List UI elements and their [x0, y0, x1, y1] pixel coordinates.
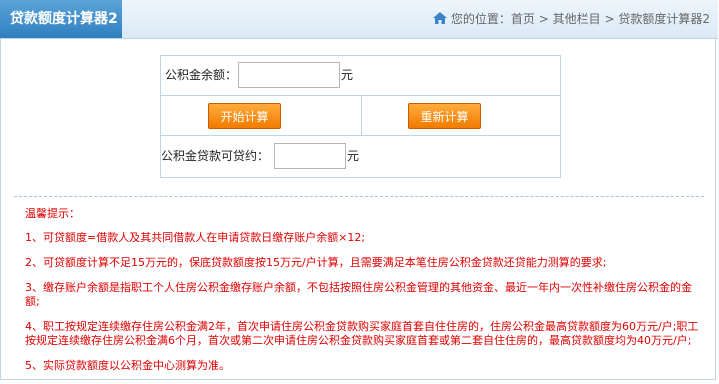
calculator-table: 公积金余额： 元 开始计算 重新计算 公积金贷款可贷约： 元	[160, 55, 561, 178]
tips-heading: 温馨提示：	[25, 207, 80, 220]
balance-row: 公积金余额： 元	[161, 56, 560, 96]
breadcrumb-prefix: 您的位置：	[450, 12, 511, 26]
page-header: 贷款额度计算器2 您的位置：首页 > 其他栏目 > 贷款额度计算器2	[0, 0, 718, 39]
breadcrumb-separator: >	[538, 12, 549, 26]
tip-item-5: 5、实际贷款额度以公积金中心测算为准。	[25, 359, 230, 372]
result-input[interactable]	[274, 143, 346, 169]
result-row: 公积金贷款可贷约： 元	[161, 136, 560, 177]
breadcrumb: 您的位置：首页 > 其他栏目 > 贷款额度计算器2	[432, 0, 710, 38]
tip-item-4: 4、职工按规定连续缴存住房公积金满2年，首次申请住房公积金贷款购买家庭首套自住住…	[25, 320, 699, 347]
home-icon	[432, 12, 447, 24]
tip-item-3: 3、缴存账户余额是指职工个人住房公积金缴存账户余额，不包括按照住房公积金管理的其…	[25, 281, 692, 308]
result-unit: 元	[347, 149, 360, 163]
balance-input[interactable]	[238, 62, 340, 88]
page-title: 贷款额度计算器2	[0, 0, 122, 38]
tips-section: 温馨提示： 1、可贷额度=借款人及其共同借款人在申请贷款日缴存账户余额×12; …	[25, 207, 700, 384]
balance-unit: 元	[341, 68, 354, 82]
breadcrumb-separator: >	[604, 12, 615, 26]
breadcrumb-home-link[interactable]: 首页	[511, 12, 535, 26]
result-label: 公积金贷款可贷约：	[161, 149, 270, 163]
breadcrumb-current-link[interactable]: 贷款额度计算器2	[618, 12, 710, 26]
recalculate-button[interactable]: 重新计算	[408, 103, 481, 129]
tip-item-1: 1、可贷额度=借款人及其共同借款人在申请贷款日缴存账户余额×12;	[25, 231, 366, 244]
button-row-divider	[361, 96, 362, 135]
section-divider	[14, 196, 704, 197]
button-row: 开始计算 重新计算	[161, 96, 560, 136]
breadcrumb-other-link[interactable]: 其他栏目	[553, 12, 601, 26]
tip-item-2: 2、可贷额度计算不足15万元的，保底贷款额度按15万元/户计算，且需要满足本笔住…	[25, 256, 607, 269]
start-calculate-button[interactable]: 开始计算	[208, 103, 281, 129]
balance-label: 公积金余额：	[165, 68, 238, 82]
